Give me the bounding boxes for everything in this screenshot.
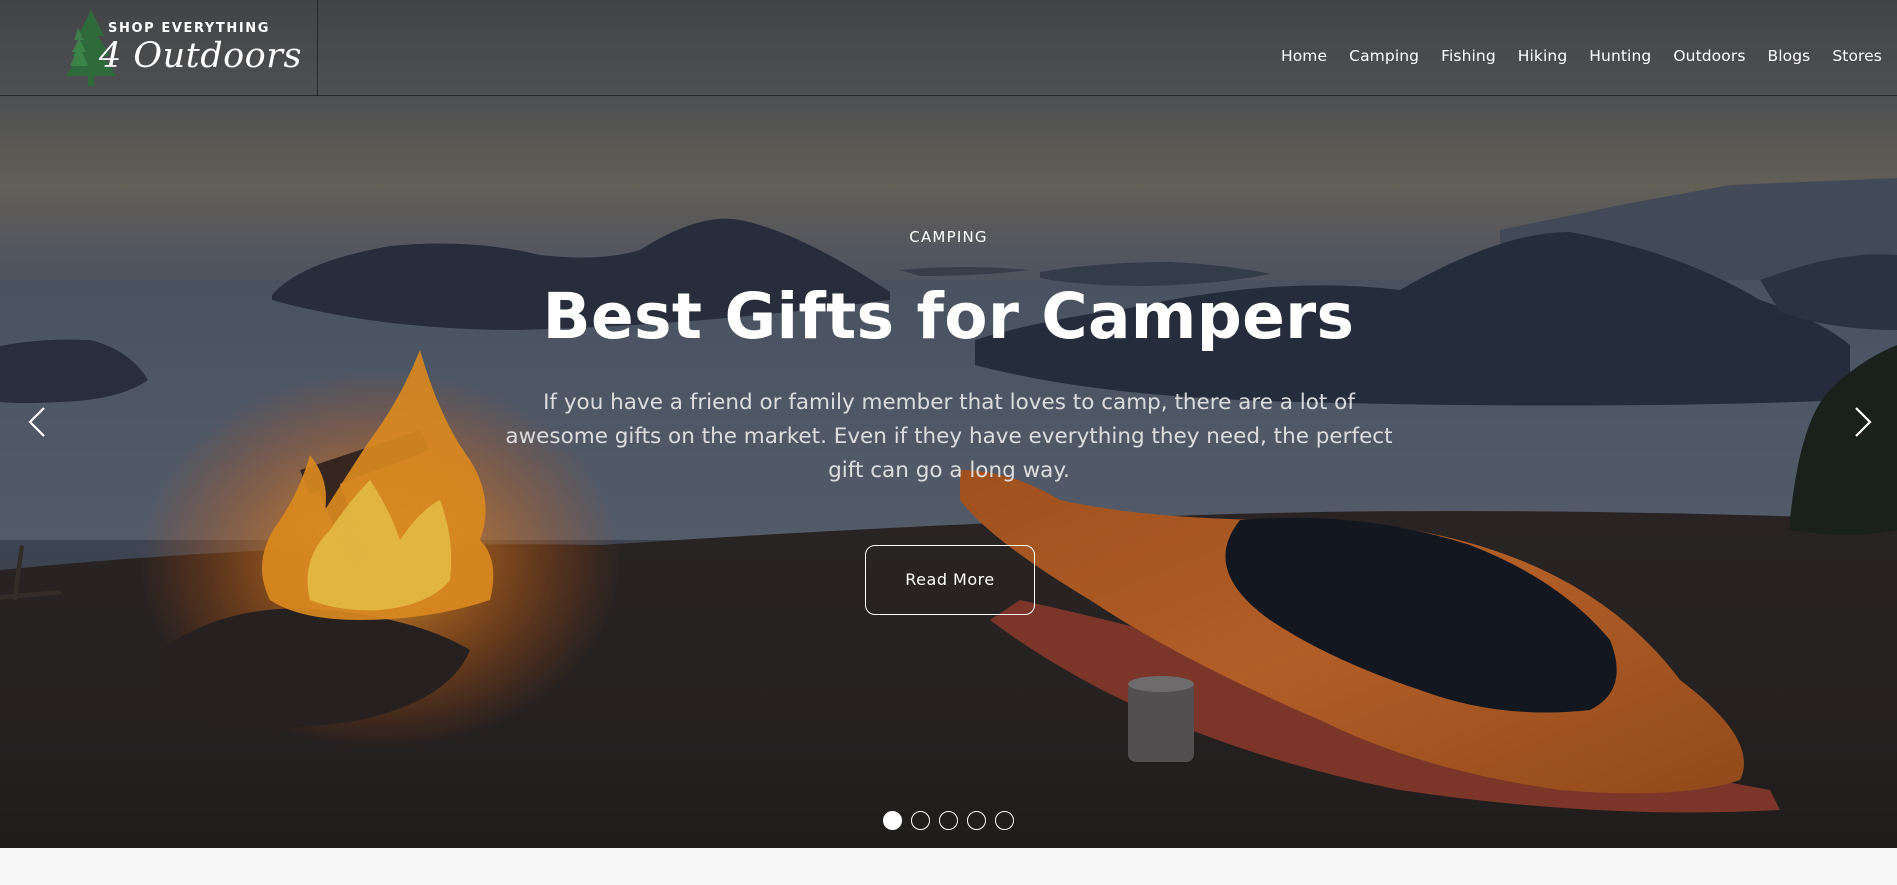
slider-dot-4[interactable] <box>967 811 986 830</box>
slide-title: Best Gifts for Campers <box>542 280 1355 353</box>
page-content-start <box>0 848 1897 885</box>
read-more-button[interactable]: Read More <box>865 545 1035 615</box>
slider-dot-5[interactable] <box>995 811 1014 830</box>
hero-slider: SHOP EVERYTHING 4 Outdoors Home Camping … <box>0 0 1897 848</box>
slider-dot-2[interactable] <box>911 811 930 830</box>
chevron-right-icon[interactable] <box>1842 404 1878 440</box>
slider-pagination <box>883 811 1014 830</box>
page: SHOP EVERYTHING 4 Outdoors Home Camping … <box>0 0 1897 885</box>
chevron-left-icon[interactable] <box>22 404 58 440</box>
slider-dot-3[interactable] <box>939 811 958 830</box>
slide-category[interactable]: CAMPING <box>0 228 1897 246</box>
slide-description: If you have a friend or family member th… <box>505 390 1393 483</box>
slider-dot-1[interactable] <box>883 811 902 830</box>
slide-content: CAMPING Best Gifts for Campers If you ha… <box>0 0 1897 848</box>
